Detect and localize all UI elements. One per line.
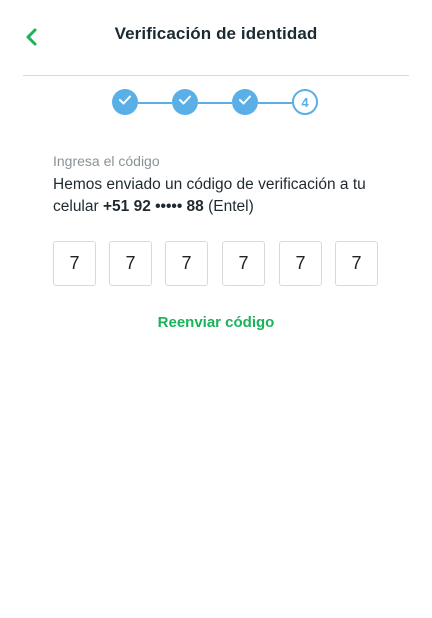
- step-3-complete: [232, 89, 258, 115]
- step-2-complete: [172, 89, 198, 115]
- code-digit-2[interactable]: 7: [109, 241, 152, 286]
- code-digit-4[interactable]: 7: [222, 241, 265, 286]
- step-1-complete: [112, 89, 138, 115]
- code-digit-1[interactable]: 7: [53, 241, 96, 286]
- verification-description: Hemos enviado un código de verificación …: [53, 174, 393, 218]
- masked-phone-number: +51 92 ••••• 88: [102, 198, 204, 215]
- check-icon: [238, 93, 252, 111]
- verification-code-input[interactable]: 7 7 7 7 7 7: [53, 241, 379, 288]
- code-digit-6[interactable]: 7: [335, 241, 378, 286]
- check-icon: [118, 93, 132, 111]
- header-divider: [23, 75, 409, 76]
- step-connector: [198, 102, 232, 104]
- code-digit-5[interactable]: 7: [279, 241, 322, 286]
- step-4-current: 4: [292, 89, 318, 115]
- page-title: Verificación de identidad: [114, 24, 318, 43]
- code-label: Ingresa el código: [53, 153, 160, 169]
- code-digit-3[interactable]: 7: [165, 241, 208, 286]
- step-connector: [258, 102, 292, 104]
- check-icon: [178, 93, 192, 111]
- resend-code-link[interactable]: Reenviar código: [0, 314, 432, 331]
- step-connector: [138, 102, 172, 104]
- header: Verificación de identidad: [0, 0, 432, 76]
- progress-stepper: 4: [112, 89, 320, 117]
- carrier-name: (Entel): [203, 198, 254, 215]
